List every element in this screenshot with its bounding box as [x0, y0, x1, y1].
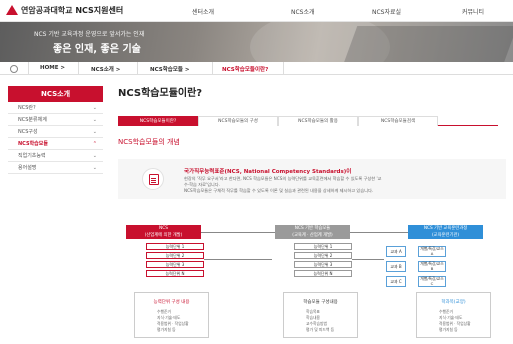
sidebar-item-what-is-ncs[interactable]: NCS란? ⌄ [8, 102, 103, 114]
connector-line [204, 259, 272, 260]
breadcrumb-home[interactable]: HOME > [40, 65, 65, 71]
sidebar-item-structure[interactable]: NCS구성 ⌄ [8, 126, 103, 138]
site-logo[interactable]: 연암공과대학교 NCS지원센터 [21, 5, 123, 16]
hero-banner: NCS 기반 교육과정 운영으로 앞서가는 인재 좋은 인재, 좋은 기술 [0, 22, 513, 62]
concept-diagram: NCS (산업계에 의한 개발) NCS 기반 학습모듈 (교육계 · 산업계 … [118, 219, 506, 344]
section-title: NCS학습모듈의 개념 [118, 138, 180, 146]
subject-c: 개별/특강/교스 C [418, 276, 446, 287]
tab-module-structure[interactable]: NCS학습모듈의 구성 [198, 116, 278, 126]
diagram-header-subtitle: (교육훈련기관) [431, 232, 460, 238]
connector-line [352, 259, 384, 260]
box-item: 평가지침 등 [439, 327, 458, 332]
module-content-box: 학습모듈 구성내용 학습목표 학습내용 교수학습방법 평가 및 피드백 등 [283, 292, 358, 338]
ncs-content-box: 능력단위 구성 내용 수행준거 지식·기술·태도 적용범위 · 작업상황 평가지… [134, 292, 209, 338]
chevron-down-icon: ⌄ [92, 129, 97, 135]
ncs-unit-n: 능력단위 N [146, 270, 204, 277]
banner-title: 좋은 인재, 좋은 기술 [53, 44, 141, 55]
tab-module-usage[interactable]: NCS학습모듈의 활용 [278, 116, 358, 126]
sidebar-item-label: NCS학습모듈 [18, 141, 48, 147]
box-title: 학과목(교양) [441, 300, 466, 305]
sidebar-item-basic-skills[interactable]: 직업기초능력 ⌄ [8, 150, 103, 162]
connector-line [201, 232, 275, 233]
site-title: NCS지원센터 [75, 6, 124, 15]
definition-box: 국가직무능력표준(NCS, National Competency Standa… [118, 159, 506, 199]
breadcrumb-ncs-intro[interactable]: NCS소개 > [91, 65, 120, 73]
divider [212, 62, 213, 75]
course-b: 교과 B [386, 261, 406, 272]
nav-community[interactable]: 커뮤니티 [462, 7, 484, 16]
subject-a: 개별/특강/교스 A [418, 246, 446, 257]
diagram-header-subtitle: (교육계 · 산업계 개발) [292, 232, 333, 238]
module-unit-3: 능력단위 3 [294, 261, 352, 268]
breadcrumb: HOME > NCS소개 > NCS학습모듈 > NCS학습모듈이란? [0, 62, 513, 75]
box-title: 능력단위 구성 내용 [153, 300, 190, 305]
sidebar-item-glossary[interactable]: 용어설명 ⌄ [8, 162, 103, 174]
diagram-header-ncs: NCS (산업계에 의한 개발) [126, 225, 201, 239]
nav-ncs-intro[interactable]: NCS소개 [291, 7, 315, 16]
chevron-down-icon: ⌄ [92, 105, 97, 111]
ncs-unit-2: 능력단위 2 [146, 252, 204, 259]
course-c: 교과 C [386, 276, 406, 287]
nav-ncs-library[interactable]: NCS자료실 [372, 7, 401, 16]
chevron-up-icon: ⌃ [92, 141, 97, 147]
page-title: NCS학습모듈이란? [118, 88, 203, 99]
site-header: 연암공과대학교 NCS지원센터 센터소개 NCS소개 NCS자료실 커뮤니티 [0, 0, 513, 22]
sidebar-title: NCS소개 [8, 86, 103, 102]
diagram-header-subtitle: (산업계에 의한 개발) [144, 232, 183, 238]
divider [137, 62, 138, 75]
module-unit-2: 능력단위 2 [294, 252, 352, 259]
sidebar-item-label: 직업기초능력 [18, 153, 46, 159]
banner-decoration [342, 26, 513, 62]
divider [78, 62, 79, 75]
diagram-header-curriculum: NCS 기반 교육훈련과정 (교육훈련기관) [408, 225, 483, 239]
divider [283, 62, 284, 75]
connector-line [350, 232, 408, 233]
chevron-down-icon: ⌄ [92, 153, 97, 159]
banner-subtitle: NCS 기반 교육과정 운영으로 앞서가는 인재 [34, 31, 145, 38]
subject-b: 개별/특강/교스 B [418, 261, 446, 272]
breadcrumb-learning-module[interactable]: NCS학습모듈 > [150, 65, 189, 73]
tab-what-is-module[interactable]: NCS학습모듈이란? [118, 116, 198, 126]
course-a: 교과 A [386, 246, 406, 257]
chevron-down-icon: ⌄ [92, 117, 97, 123]
breadcrumb-current[interactable]: NCS학습모듈이란? [222, 65, 268, 73]
nav-center-intro[interactable]: 센터소개 [192, 7, 214, 16]
chevron-down-icon: ⌄ [92, 165, 97, 171]
sidebar-item-label: NCS분류체계 [18, 117, 47, 123]
sidebar-item-label: 용어설명 [18, 165, 37, 171]
ncs-unit-1: 능력단위 1 [146, 243, 204, 250]
box-item: 평가지침 등 [157, 327, 176, 332]
sidebar-item-classification[interactable]: NCS분류체계 ⌄ [8, 114, 103, 126]
divider [28, 62, 29, 75]
diagram-header-module: NCS 기반 학습모듈 (교육계 · 산업계 개발) [275, 225, 350, 239]
definition-text: NCS학습모듈은 구체적 직무를 학습할 수 있도록 이론 및 실습과 관련된 … [184, 188, 374, 193]
home-icon[interactable] [10, 65, 18, 73]
sidebar-item-label: NCS구성 [18, 129, 38, 135]
box-title: 학습모듈 구성내용 [303, 300, 338, 305]
curriculum-content-box: 학과목(교양) 수행준거 지식·기술·태도 적용범위 · 작업상황 평가지침 등 [416, 292, 491, 338]
tab-module-search[interactable]: NCS학습모듈검색 [358, 116, 438, 126]
document-icon [142, 168, 164, 190]
sidebar: NCS소개 NCS란? ⌄ NCS분류체계 ⌄ NCS구성 ⌄ NCS학습모듈 … [8, 86, 103, 174]
ncs-unit-3: 능력단위 3 [146, 261, 204, 268]
box-item: 평가 및 피드백 등 [306, 327, 335, 332]
module-unit-n: 능력단위 N [294, 270, 352, 277]
sidebar-item-learning-module[interactable]: NCS학습모듈 ⌃ [8, 138, 103, 150]
definition-title: 국가직무능력표준(NCS, National Competency Standa… [184, 169, 352, 175]
sidebar-item-label: NCS란? [18, 105, 36, 111]
logo-icon[interactable] [6, 5, 18, 15]
module-unit-1: 능력단위 1 [294, 243, 352, 250]
tab-bar: NCS학습모듈이란? NCS학습모듈의 구성 NCS학습모듈의 활용 NCS학습… [118, 116, 498, 126]
logo-text: 연암공과대학교 [21, 6, 73, 15]
